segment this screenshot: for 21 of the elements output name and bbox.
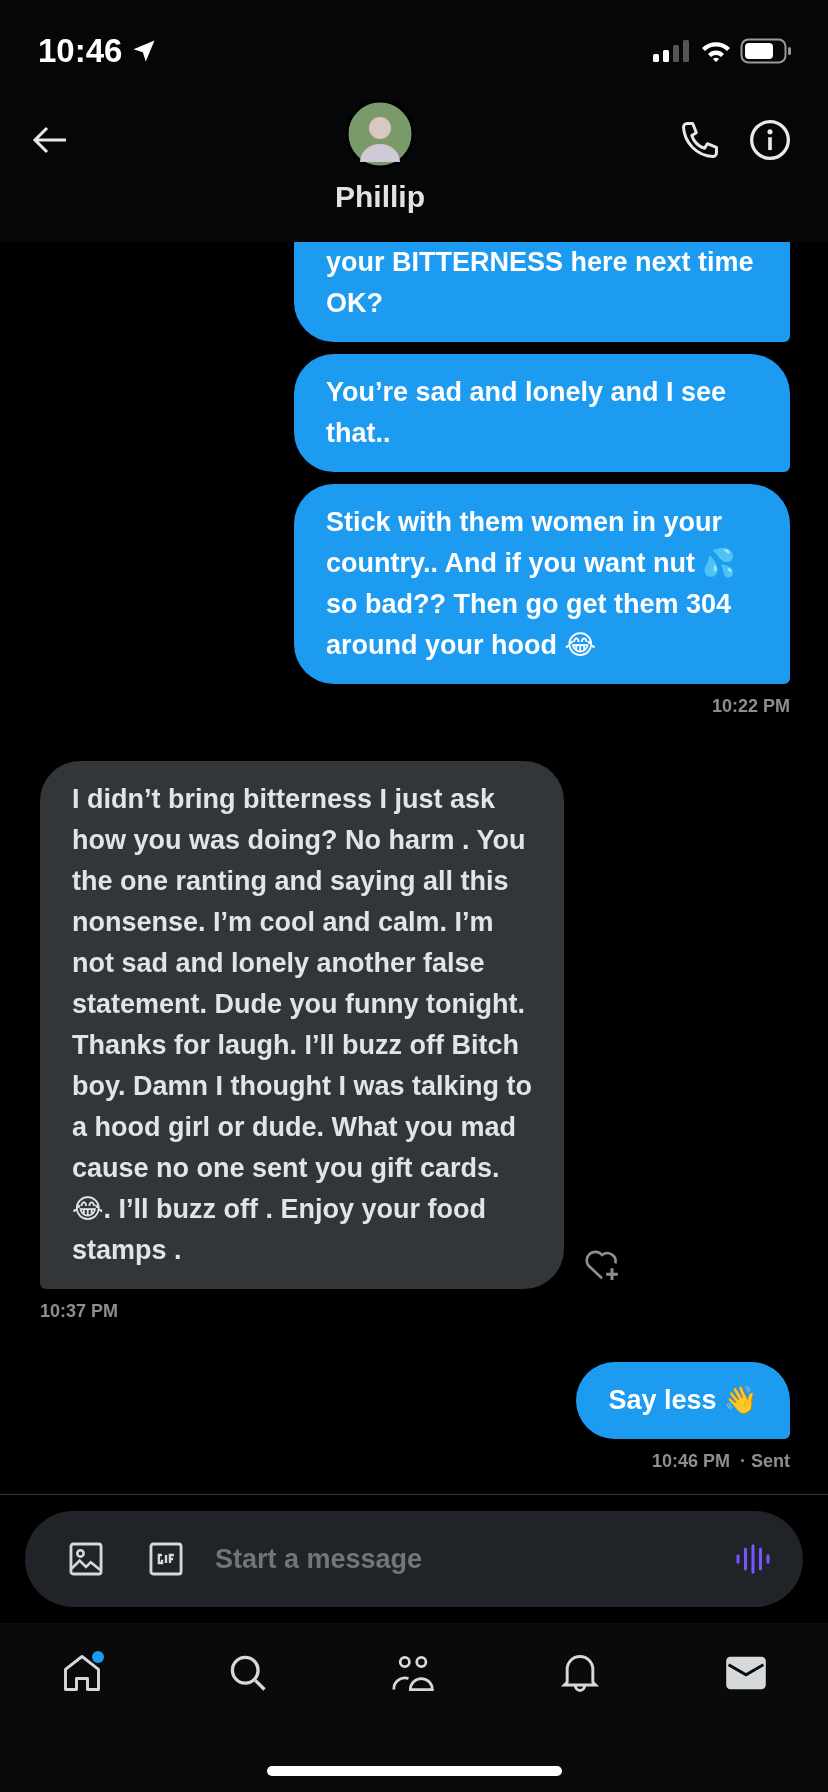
signal-icon — [652, 39, 692, 63]
contact-name: Phillip — [335, 180, 425, 214]
message-bubble: You’re sad and lonely and I see that.. — [294, 354, 790, 472]
notification-dot — [92, 1651, 104, 1663]
battery-icon — [740, 38, 792, 64]
message-time: 10:46 PM — [651, 1451, 730, 1472]
info-icon[interactable] — [748, 118, 792, 162]
message-bubble: Stick with them women in your country.. And if you want nut 💦 so bad?? Then go get them 304 around your hood 😂 — [294, 484, 790, 684]
gif-icon[interactable] — [147, 1540, 185, 1578]
message-field[interactable]: Start a message — [213, 1542, 691, 1576]
wifi-icon — [700, 39, 732, 63]
message-status: · Sent — [740, 1451, 790, 1472]
back-arrow-icon[interactable] — [32, 125, 68, 155]
message-time: 10:37 PM — [40, 1301, 119, 1322]
image-icon[interactable] — [67, 1540, 105, 1578]
message-time: 10:22 PM — [711, 696, 790, 717]
message-bubble: Say less 👋 — [576, 1362, 790, 1439]
message-bubble: your BITTERNESS here next time OK? — [294, 242, 790, 342]
avatar[interactable] — [346, 100, 414, 168]
status-time: 10:46 — [38, 32, 123, 70]
message-bubble: I didn’t bring bitterness I just ask how you was doing? No harm . You the one ranting and saying all this nonsense. I’m cool and calm. I’m not sad and lonely another false statement. Dude you funny tonight. Thanks for laugh. I’ll buzz off Bitch boy. Damn I thought I was talking to a hood girl or dude. What you mad cause no one sent you gift cards. 😂. I’ll buzz off . Enjoy your food stamps . — [40, 761, 564, 1289]
